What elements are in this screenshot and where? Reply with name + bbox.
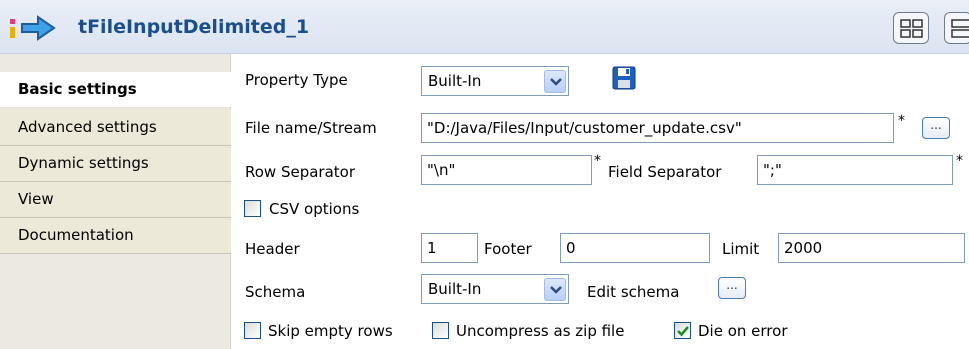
schema-label: Schema — [245, 283, 306, 301]
settings-sidebar: Basic settings Advanced settings Dynamic… — [0, 54, 231, 349]
skip-empty-rows-label: Skip empty rows — [268, 322, 393, 340]
chevron-down-icon — [544, 70, 566, 93]
sidebar-item-documentation[interactable]: Documentation — [0, 218, 231, 254]
skip-empty-rows-checkbox[interactable] — [244, 322, 261, 339]
field-separator-input[interactable]: ";" — [757, 155, 953, 185]
edit-schema-button[interactable]: ... — [718, 277, 746, 299]
csv-options-checkbox[interactable] — [244, 200, 261, 217]
sidebar-item-label: Dynamic settings — [18, 154, 149, 172]
layout-grid-icon[interactable] — [893, 12, 929, 44]
schema-value: Built-In — [428, 280, 482, 298]
field-separator-label: Field Separator — [608, 163, 722, 181]
component-title: tFileInputDelimited_1 — [78, 16, 310, 38]
die-on-error-label: Die on error — [698, 322, 788, 340]
sidebar-item-dynamic-settings[interactable]: Dynamic settings — [0, 146, 231, 182]
edit-schema-label: Edit schema — [587, 283, 680, 301]
chevron-down-icon — [544, 278, 566, 301]
limit-input[interactable]: 2000 — [778, 233, 965, 263]
component-header: tFileInputDelimited_1 — [0, 0, 969, 54]
sidebar-item-view[interactable]: View — [0, 182, 231, 218]
browse-file-button[interactable]: ... — [922, 117, 950, 139]
uncompress-zip-label: Uncompress as zip file — [456, 322, 625, 340]
sidebar-item-label: Advanced settings — [18, 118, 157, 136]
required-marker: * — [956, 153, 963, 169]
save-icon[interactable] — [612, 66, 636, 94]
sidebar-item-label: Documentation — [18, 226, 134, 244]
property-type-select[interactable]: Built-In — [421, 66, 569, 96]
uncompress-zip-checkbox[interactable] — [432, 322, 449, 339]
property-type-value: Built-In — [428, 72, 482, 90]
required-marker: * — [594, 153, 601, 169]
csv-options-label: CSV options — [269, 200, 360, 218]
sidebar-item-label: View — [18, 190, 54, 208]
sidebar-item-label: Basic settings — [18, 80, 137, 98]
layout-list-icon[interactable] — [944, 12, 969, 44]
component-arrow-icon — [8, 14, 64, 42]
footer-input[interactable]: 0 — [560, 233, 710, 263]
row-separator-input[interactable]: "\n" — [421, 155, 592, 185]
file-name-input[interactable]: "D:/Java/Files/Input/customer_update.csv… — [421, 113, 894, 143]
sidebar-item-advanced-settings[interactable]: Advanced settings — [0, 110, 231, 146]
required-marker: * — [898, 113, 905, 129]
footer-label: Footer — [484, 240, 532, 258]
row-separator-label: Row Separator — [245, 163, 356, 181]
die-on-error-checkbox[interactable] — [674, 322, 691, 339]
property-type-label: Property Type — [245, 71, 348, 89]
limit-label: Limit — [722, 240, 760, 258]
schema-select[interactable]: Built-In — [421, 274, 569, 304]
file-name-label: File name/Stream — [245, 119, 377, 137]
header-input[interactable]: 1 — [421, 233, 478, 263]
checkmark-icon — [677, 326, 689, 337]
sidebar-item-basic-settings[interactable]: Basic settings — [0, 72, 231, 108]
header-label: Header — [245, 240, 300, 258]
